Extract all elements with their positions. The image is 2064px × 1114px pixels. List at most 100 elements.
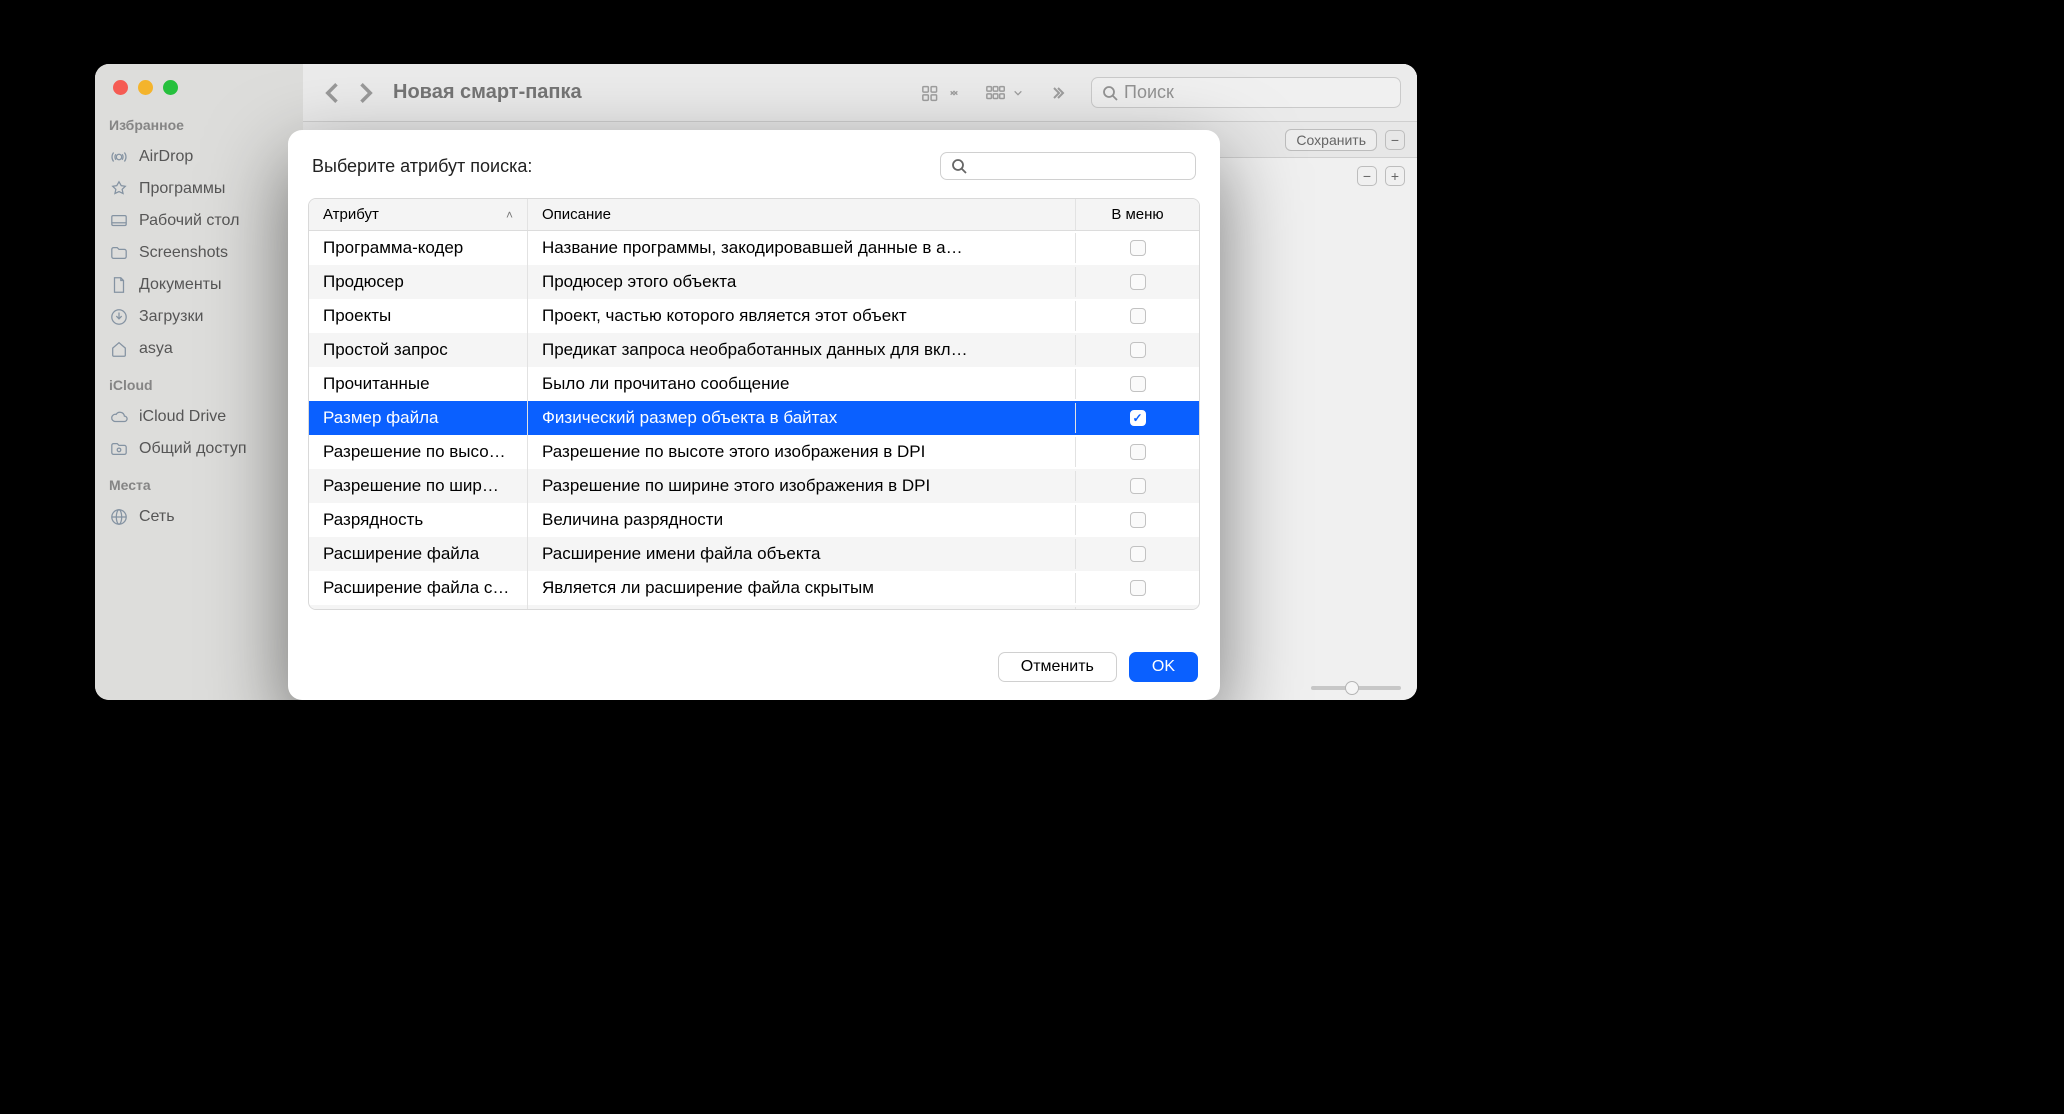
maximize-button[interactable] xyxy=(163,80,178,95)
sidebar-item-airdrop[interactable]: AirDrop xyxy=(109,141,289,173)
table-row[interactable]: РегионСтрана, регион или место, где был … xyxy=(309,605,1199,609)
cell-description: Разрешение по высоте этого изображения в… xyxy=(527,435,1075,469)
cell-description: Было ли прочитано сообщение xyxy=(527,367,1075,401)
cell-in-menu xyxy=(1075,233,1199,263)
attribute-picker-sheet: Выберите атрибут поиска: Атрибут ˄ Описа… xyxy=(288,130,1220,700)
minimize-button[interactable] xyxy=(138,80,153,95)
traffic-lights xyxy=(113,80,289,95)
column-header-in-menu[interactable]: В меню xyxy=(1075,199,1199,230)
slider-track[interactable] xyxy=(1311,686,1401,690)
cell-description: Физический размер объекта в байтах xyxy=(527,401,1075,435)
cell-description: Страна, регион или место, где был создан… xyxy=(527,605,1075,609)
in-menu-checkbox[interactable] xyxy=(1130,410,1146,426)
cancel-button[interactable]: Отменить xyxy=(998,652,1117,682)
slider-knob[interactable] xyxy=(1345,681,1359,695)
sidebar-item-label: Программы xyxy=(139,180,225,198)
search-icon xyxy=(951,158,967,174)
sidebar-item-cloud[interactable]: iCloud Drive xyxy=(109,401,289,433)
cell-attribute: Разрешение по высо… xyxy=(309,435,527,469)
table-row[interactable]: Расширение файлаРасширение имени файла о… xyxy=(309,537,1199,571)
search-icon xyxy=(1102,85,1118,101)
sidebar-item-shared[interactable]: Общий доступ xyxy=(109,433,289,465)
cell-attribute: Регион xyxy=(309,605,527,609)
table-row[interactable]: ПроектыПроект, частью которого является … xyxy=(309,299,1199,333)
home-icon xyxy=(109,339,129,359)
in-menu-checkbox[interactable] xyxy=(1130,308,1146,324)
sidebar-item-doc[interactable]: Документы xyxy=(109,269,289,301)
in-menu-checkbox[interactable] xyxy=(1130,546,1146,562)
back-button[interactable] xyxy=(319,78,347,108)
apps-icon xyxy=(109,179,129,199)
window-title: Новая смарт-папка xyxy=(393,81,907,104)
sidebar-item-home[interactable]: asya xyxy=(109,333,289,365)
cell-in-menu xyxy=(1075,403,1199,433)
cell-in-menu xyxy=(1075,539,1199,569)
in-menu-checkbox[interactable] xyxy=(1130,478,1146,494)
sidebar-section-favorites: Избранное xyxy=(109,117,289,133)
search-field[interactable]: Поиск xyxy=(1091,77,1401,108)
sidebar-item-label: Рабочий стол xyxy=(139,212,239,230)
table-row[interactable]: Разрешение по высо…Разрешение по высоте … xyxy=(309,435,1199,469)
search-placeholder: Поиск xyxy=(1124,82,1174,103)
in-menu-checkbox[interactable] xyxy=(1130,274,1146,290)
cell-in-menu xyxy=(1075,471,1199,501)
modal-search-field[interactable] xyxy=(940,152,1196,180)
cell-description: Является ли расширение файла скрытым xyxy=(527,571,1075,605)
table-row[interactable]: Разрешение по шир…Разрешение по ширине э… xyxy=(309,469,1199,503)
network-icon xyxy=(109,507,129,527)
sidebar-item-label: Screenshots xyxy=(139,244,228,262)
group-button[interactable] xyxy=(985,84,1023,102)
table-row[interactable]: Программа-кодерНазвание программы, закод… xyxy=(309,231,1199,265)
shared-icon xyxy=(109,439,129,459)
in-menu-checkbox[interactable] xyxy=(1130,580,1146,596)
cell-in-menu xyxy=(1075,437,1199,467)
cloud-icon xyxy=(109,407,129,427)
in-menu-checkbox[interactable] xyxy=(1130,376,1146,392)
view-icons-button[interactable] xyxy=(921,84,959,102)
column-header-description[interactable]: Описание xyxy=(527,199,1075,230)
folder-icon xyxy=(109,243,129,263)
sidebar-item-label: iCloud Drive xyxy=(139,408,226,426)
zoom-slider[interactable] xyxy=(1311,686,1401,690)
doc-icon xyxy=(109,275,129,295)
table-header: Атрибут ˄ Описание В меню xyxy=(309,199,1199,231)
in-menu-checkbox[interactable] xyxy=(1130,444,1146,460)
column-header-attribute[interactable]: Атрибут ˄ xyxy=(309,199,527,230)
table-row[interactable]: РазрядностьВеличина разрядности xyxy=(309,503,1199,537)
cell-description: Разрешение по ширине этого изображения в… xyxy=(527,469,1075,503)
sidebar-item-network[interactable]: Сеть xyxy=(109,501,289,533)
table-row[interactable]: Расширение файла с…Является ли расширени… xyxy=(309,571,1199,605)
remove-criterion-button[interactable]: − xyxy=(1357,166,1377,186)
in-menu-checkbox[interactable] xyxy=(1130,512,1146,528)
cell-in-menu xyxy=(1075,369,1199,399)
attribute-table: Атрибут ˄ Описание В меню Программа-коде… xyxy=(308,198,1200,610)
more-toolbar-button[interactable] xyxy=(1049,85,1065,101)
table-row[interactable]: Простой запросПредикат запроса необработ… xyxy=(309,333,1199,367)
sidebar-item-label: AirDrop xyxy=(139,148,193,166)
sidebar-item-label: Сеть xyxy=(139,508,175,526)
add-criterion-button[interactable]: + xyxy=(1385,166,1405,186)
save-smartfolder-button[interactable]: Сохранить xyxy=(1285,129,1377,151)
sidebar: Избранное AirDrop Программы Рабочий стол Sc… xyxy=(95,64,303,700)
sidebar-item-desktop[interactable]: Рабочий стол xyxy=(109,205,289,237)
forward-button[interactable] xyxy=(351,78,379,108)
sidebar-item-label: Документы xyxy=(139,276,221,294)
cell-attribute: Прочитанные xyxy=(309,367,527,401)
in-menu-checkbox[interactable] xyxy=(1130,240,1146,256)
ok-button[interactable]: OK xyxy=(1129,652,1198,682)
sidebar-item-download[interactable]: Загрузки xyxy=(109,301,289,333)
close-button[interactable] xyxy=(113,80,128,95)
cell-attribute: Расширение файла xyxy=(309,537,527,571)
cell-in-menu xyxy=(1075,301,1199,331)
remove-criteria-button[interactable]: − xyxy=(1385,130,1405,150)
sidebar-item-folder[interactable]: Screenshots xyxy=(109,237,289,269)
sidebar-item-apps[interactable]: Программы xyxy=(109,173,289,205)
modal-header: Выберите атрибут поиска: xyxy=(288,130,1220,198)
table-row[interactable]: ПрочитанныеБыло ли прочитано сообщение xyxy=(309,367,1199,401)
table-row[interactable]: ПродюсерПродюсер этого объекта xyxy=(309,265,1199,299)
cell-description: Предикат запроса необработанных данных д… xyxy=(527,333,1075,367)
in-menu-checkbox[interactable] xyxy=(1130,342,1146,358)
table-row[interactable]: Размер файлаФизический размер объекта в … xyxy=(309,401,1199,435)
cell-attribute: Проекты xyxy=(309,299,527,333)
sidebar-section-icloud: iCloud xyxy=(109,377,289,393)
